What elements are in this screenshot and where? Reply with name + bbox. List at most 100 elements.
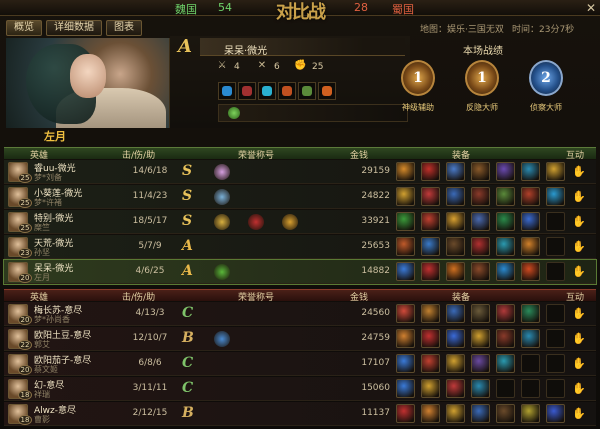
- honor-title-icon[interactable]: [214, 214, 230, 230]
- equipment-item[interactable]: [521, 262, 540, 281]
- tab-charts[interactable]: 图表: [106, 20, 142, 36]
- equipment-item[interactable]: [396, 404, 415, 423]
- thumbs-up-icon[interactable]: ✋: [572, 265, 586, 279]
- equipment-item[interactable]: [421, 329, 440, 348]
- thumbs-up-icon[interactable]: ✋: [572, 307, 586, 321]
- player-row[interactable]: 20 梅长苏-意尽 梦*孙尚香 4/13/3 C 24560 ✋: [4, 302, 596, 326]
- equipment-item[interactable]: [496, 212, 515, 231]
- thumbs-up-icon[interactable]: ✋: [572, 240, 586, 254]
- thumbs-up-icon[interactable]: ✋: [572, 407, 586, 421]
- equipment-item[interactable]: [496, 262, 515, 281]
- honor-title-icon[interactable]: [214, 331, 230, 347]
- player-row[interactable]: 20 欧阳茄子-意尽 蔡文姬 6/8/6 C 17107 ✋: [4, 352, 596, 376]
- equipment-item[interactable]: [521, 404, 540, 423]
- equipment-item[interactable]: [496, 404, 515, 423]
- equipment-item[interactable]: [471, 304, 490, 323]
- skill-slot[interactable]: [218, 82, 236, 100]
- equipment-item[interactable]: [496, 237, 515, 256]
- honor-title-icon[interactable]: [214, 264, 230, 280]
- player-row[interactable]: 20 呆呆-微光 左月 4/6/25 A 14882 ✋: [3, 259, 597, 285]
- equipment-item[interactable]: [496, 354, 515, 373]
- equipment-item[interactable]: [396, 354, 415, 373]
- honor-title-icon[interactable]: [282, 214, 298, 230]
- equipment-item[interactable]: [396, 212, 415, 231]
- equipment-item[interactable]: [546, 404, 565, 423]
- equipment-item[interactable]: [446, 187, 465, 206]
- empty-equipment-slot: [546, 304, 565, 323]
- equipment-list: [396, 237, 565, 256]
- equipment-item[interactable]: [446, 354, 465, 373]
- player-row[interactable]: 23 天荒-微光 孙坚 5/7/9 A 25653 ✋: [4, 235, 596, 259]
- equipment-item[interactable]: [446, 162, 465, 181]
- equipment-item[interactable]: [496, 329, 515, 348]
- equipment-item[interactable]: [471, 329, 490, 348]
- equipment-item[interactable]: [421, 162, 440, 181]
- equipment-item[interactable]: [521, 304, 540, 323]
- equipment-item[interactable]: [446, 404, 465, 423]
- equipment-item[interactable]: [496, 162, 515, 181]
- thumbs-up-icon[interactable]: ✋: [572, 165, 586, 179]
- player-row[interactable]: 25 睿uu-微光 梦*刘备 14/6/18 S 29159 ✋: [4, 160, 596, 184]
- player-row[interactable]: 18 Alwz-意尽 曹影 2/12/15 B 11137 ✋: [4, 402, 596, 426]
- thumbs-up-icon[interactable]: ✋: [572, 357, 586, 371]
- skill-slot[interactable]: [238, 82, 256, 100]
- equipment-item[interactable]: [546, 162, 565, 181]
- equipment-item[interactable]: [471, 262, 490, 281]
- equipment-item[interactable]: [521, 329, 540, 348]
- equipment-item[interactable]: [421, 304, 440, 323]
- equipment-item[interactable]: [396, 162, 415, 181]
- equipment-item[interactable]: [421, 237, 440, 256]
- equipment-item[interactable]: [471, 162, 490, 181]
- equipment-item[interactable]: [546, 187, 565, 206]
- equipment-item[interactable]: [471, 212, 490, 231]
- equipment-item[interactable]: [471, 404, 490, 423]
- tab-detailed-data[interactable]: 详细数据: [46, 20, 102, 36]
- equipment-item[interactable]: [446, 262, 465, 281]
- equipment-item[interactable]: [396, 379, 415, 398]
- skill-slot[interactable]: [278, 82, 296, 100]
- close-icon[interactable]: ✕: [584, 1, 598, 15]
- equipment-item[interactable]: [446, 329, 465, 348]
- thumbs-up-icon[interactable]: ✋: [572, 215, 586, 229]
- equipment-item[interactable]: [471, 379, 490, 398]
- equipment-item[interactable]: [521, 237, 540, 256]
- equipment-item[interactable]: [421, 404, 440, 423]
- equipment-item[interactable]: [446, 237, 465, 256]
- skill-slot[interactable]: [318, 82, 336, 100]
- thumbs-up-icon[interactable]: ✋: [572, 332, 586, 346]
- equipment-item[interactable]: [421, 212, 440, 231]
- equipment-item[interactable]: [421, 354, 440, 373]
- thumbs-up-icon[interactable]: ✋: [572, 190, 586, 204]
- equipment-list: [396, 379, 565, 398]
- equipment-item[interactable]: [471, 354, 490, 373]
- equipment-item[interactable]: [396, 237, 415, 256]
- equipment-item[interactable]: [496, 187, 515, 206]
- tab-overview[interactable]: 概览: [6, 20, 42, 36]
- equipment-item[interactable]: [421, 262, 440, 281]
- equipment-item[interactable]: [521, 212, 540, 231]
- honor-title-icon[interactable]: [214, 189, 230, 205]
- equipment-item[interactable]: [471, 237, 490, 256]
- equipment-item[interactable]: [421, 187, 440, 206]
- equipment-item[interactable]: [521, 162, 540, 181]
- honor-title-icon[interactable]: [214, 164, 230, 180]
- equipment-item[interactable]: [446, 304, 465, 323]
- equipment-item[interactable]: [446, 212, 465, 231]
- equipment-item[interactable]: [446, 379, 465, 398]
- equipment-item[interactable]: [421, 379, 440, 398]
- player-row[interactable]: 25 特别-微光 糜竺 18/5/17 S 33921 ✋: [4, 210, 596, 234]
- equipment-item[interactable]: [396, 329, 415, 348]
- player-row[interactable]: 22 欧阳土豆-意尽 郭艾 12/10/7 B 24759 ✋: [4, 327, 596, 351]
- honor-title-icon[interactable]: [248, 214, 264, 230]
- skill-slot[interactable]: [298, 82, 316, 100]
- equipment-item[interactable]: [396, 187, 415, 206]
- equipment-item[interactable]: [396, 304, 415, 323]
- thumbs-up-icon[interactable]: ✋: [572, 382, 586, 396]
- equipment-item[interactable]: [396, 262, 415, 281]
- skill-slot[interactable]: [258, 82, 276, 100]
- equipment-item[interactable]: [521, 187, 540, 206]
- player-row[interactable]: 25 小葵莲-微光 梦*许褚 11/4/23 S 24822 ✋: [4, 185, 596, 209]
- equipment-item[interactable]: [496, 304, 515, 323]
- player-row[interactable]: 18 幻-意尽 祥瑞 3/11/11 C 15060 ✋: [4, 377, 596, 401]
- equipment-item[interactable]: [471, 187, 490, 206]
